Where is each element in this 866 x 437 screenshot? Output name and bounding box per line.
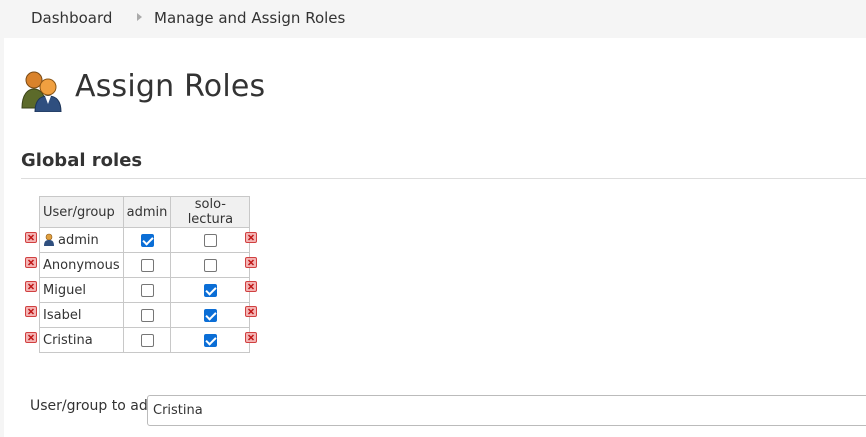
solo-lectura-cell <box>170 227 251 253</box>
table-row: Anonymous <box>39 252 251 278</box>
column-header-solo-lectura: solo-lectura <box>170 196 251 228</box>
admin-cell <box>122 227 172 253</box>
user-name: admin <box>58 232 99 248</box>
admin-checkbox[interactable] <box>140 308 154 322</box>
admin-cell <box>122 327 172 353</box>
user-cell: Miguel <box>39 277 124 303</box>
table-row: admin <box>39 227 251 253</box>
section-title-global-roles: Global roles <box>21 150 143 171</box>
admin-checkbox[interactable] <box>140 283 154 297</box>
solo-lectura-cell <box>170 252 251 278</box>
solo-lectura-cell <box>170 302 251 328</box>
table-row: Isabel <box>39 302 251 328</box>
delete-icon[interactable] <box>245 306 257 317</box>
user-name: Isabel <box>43 307 82 323</box>
column-header-admin: admin <box>122 196 172 228</box>
delete-icon[interactable] <box>245 232 257 243</box>
solo-lectura-checkbox[interactable] <box>203 333 217 347</box>
delete-icon[interactable] <box>25 332 37 343</box>
admin-checkbox[interactable] <box>140 333 154 347</box>
solo-lectura-cell <box>170 277 251 303</box>
admin-checkbox[interactable] <box>140 233 154 247</box>
chevron-right-icon <box>137 13 142 21</box>
delete-icon[interactable] <box>25 257 37 268</box>
delete-icon[interactable] <box>25 232 37 243</box>
user-cell: Anonymous <box>39 252 124 278</box>
user-icon <box>44 233 54 246</box>
user-cell: Isabel <box>39 302 124 328</box>
page-title: Assign Roles <box>75 69 266 104</box>
global-roles-table: User/group admin solo-lectura admin Anon… <box>39 196 251 353</box>
admin-cell <box>122 277 172 303</box>
user-name: Miguel <box>43 282 86 298</box>
delete-icon[interactable] <box>25 306 37 317</box>
section-divider <box>21 178 866 179</box>
solo-lectura-checkbox[interactable] <box>203 258 217 272</box>
add-user-input[interactable] <box>147 395 866 426</box>
delete-icon[interactable] <box>25 281 37 292</box>
breadcrumb: Dashboard Manage and Assign Roles <box>0 0 866 38</box>
breadcrumb-manage-roles[interactable]: Manage and Assign Roles <box>154 9 345 27</box>
admin-cell <box>122 252 172 278</box>
breadcrumb-dashboard[interactable]: Dashboard <box>31 9 112 27</box>
delete-icon[interactable] <box>245 257 257 268</box>
user-cell: Cristina <box>39 327 124 353</box>
admin-checkbox[interactable] <box>140 258 154 272</box>
solo-lectura-cell <box>170 327 251 353</box>
solo-lectura-checkbox[interactable] <box>203 308 217 322</box>
table-row: Miguel <box>39 277 251 303</box>
solo-lectura-checkbox[interactable] <box>203 233 217 247</box>
user-name: Anonymous <box>43 257 120 273</box>
column-header-user-group: User/group <box>39 196 124 228</box>
solo-lectura-checkbox[interactable] <box>203 283 217 297</box>
user-cell: admin <box>39 227 124 253</box>
users-icon <box>21 71 62 112</box>
delete-icon[interactable] <box>245 281 257 292</box>
table-header-row: User/group admin solo-lectura <box>39 196 251 228</box>
user-name: Cristina <box>43 332 93 348</box>
admin-cell <box>122 302 172 328</box>
delete-icon[interactable] <box>245 332 257 343</box>
table-row: Cristina <box>39 327 251 353</box>
add-user-label: User/group to add <box>30 398 157 414</box>
left-rule <box>0 38 4 437</box>
